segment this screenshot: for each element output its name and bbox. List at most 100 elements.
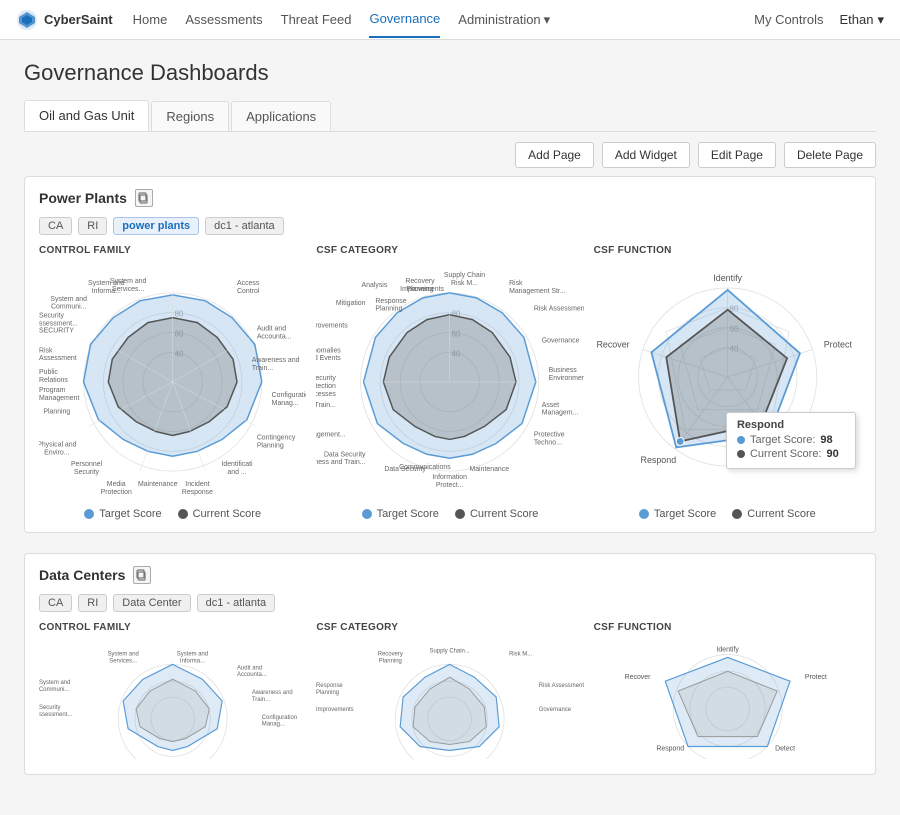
- svg-text:Recover: Recover: [624, 674, 650, 681]
- user-menu[interactable]: Ethan ▾: [839, 12, 884, 28]
- svg-text:Planning: Planning: [379, 658, 402, 664]
- current-legend-3: Current Score: [732, 508, 815, 520]
- svg-text:Processes: Processes: [316, 391, 336, 398]
- svg-text:and ...: and ...: [227, 469, 246, 476]
- svg-text:Personnel: Personnel: [71, 461, 103, 468]
- svg-text:Environment: Environment: [549, 375, 584, 382]
- svg-text:Techno...: Techno...: [534, 439, 562, 446]
- svg-text:ssessment...: ssessment...: [39, 712, 73, 718]
- svg-text:Media: Media: [107, 481, 126, 488]
- svg-text:Communi...: Communi...: [51, 304, 86, 311]
- svg-text:Protection: Protection: [101, 489, 132, 496]
- page-title: Governance Dashboards: [24, 60, 876, 86]
- dc-filter-ca[interactable]: CA: [39, 594, 72, 612]
- dc-control-family-svg: System and Services... System and Inform…: [39, 639, 306, 759]
- svg-text:Continuous. Detection: Continuous. Detection: [316, 383, 336, 390]
- target-legend: Target Score: [84, 508, 161, 520]
- dc-csf-category-svg: Recovery Planning Supply Chain... Risk M…: [316, 639, 583, 759]
- current-legend: Current Score: [178, 508, 261, 520]
- tab-oil-gas[interactable]: Oil and Gas Unit: [24, 100, 149, 131]
- target-label-2: Target Score: [377, 508, 439, 520]
- charts-row: CONTROL FAMILY 80 60 40: [39, 245, 861, 520]
- svg-text:Governance: Governance: [542, 337, 580, 344]
- dc-filter-dc[interactable]: Data Center: [113, 594, 190, 612]
- nav-assessments[interactable]: Assessments: [185, 2, 262, 37]
- svg-text:Awareness and: Awareness and: [252, 357, 300, 364]
- copy-icon[interactable]: [135, 189, 153, 207]
- svg-text:Planning: Planning: [43, 409, 70, 416]
- dc-csf-category-label: CSF CATEGORY: [316, 622, 583, 633]
- filter-ca[interactable]: CA: [39, 217, 72, 235]
- svg-text:Audit and: Audit and: [257, 326, 286, 333]
- target-label-3: Target Score: [654, 508, 716, 520]
- target-legend-3: Target Score: [639, 508, 716, 520]
- nav-home[interactable]: Home: [133, 2, 168, 37]
- current-dot-3: [732, 509, 742, 519]
- current-legend-2: Current Score: [455, 508, 538, 520]
- username: Ethan: [839, 12, 873, 27]
- svg-text:Train...: Train...: [252, 365, 273, 372]
- tab-regions[interactable]: Regions: [151, 101, 229, 131]
- add-page-button[interactable]: Add Page: [515, 142, 594, 168]
- dc-csf-function-label: CSF FUNCTION: [594, 622, 861, 633]
- svg-text:Maintenance: Maintenance: [138, 481, 178, 488]
- svg-text:Mitigation: Mitigation: [336, 300, 366, 307]
- svg-text:Respond: Respond: [640, 455, 676, 465]
- dc-copy-icon[interactable]: [133, 566, 151, 584]
- dc-filter-ri[interactable]: RI: [78, 594, 107, 612]
- svg-text:Business: Business: [549, 367, 578, 374]
- nav-my-controls[interactable]: My Controls: [754, 12, 823, 27]
- svg-text:Communications: Communications: [399, 464, 451, 471]
- svg-text:Program: Program: [39, 387, 66, 394]
- svg-text:Anomalies: Anomalies: [316, 347, 341, 354]
- current-dot: [178, 509, 188, 519]
- filter-power-plants[interactable]: power plants: [113, 217, 199, 235]
- target-legend-2: Target Score: [362, 508, 439, 520]
- svg-text:Risk: Risk: [39, 347, 53, 354]
- svg-text:Management...: Management...: [316, 431, 346, 438]
- svg-text:Manag...: Manag...: [262, 722, 285, 728]
- svg-text:Protect: Protect: [823, 339, 852, 349]
- svg-text:Informa...: Informa...: [180, 658, 205, 664]
- svg-text:Detect: Detect: [775, 745, 795, 752]
- chevron-down-icon: ▾: [544, 12, 551, 28]
- delete-page-button[interactable]: Delete Page: [784, 142, 876, 168]
- add-widget-button[interactable]: Add Widget: [602, 142, 690, 168]
- filter-tags: CA RI power plants dc1 - atlanta: [39, 217, 861, 235]
- main-content: Governance Dashboards Oil and Gas Unit R…: [0, 40, 900, 815]
- tab-applications[interactable]: Applications: [231, 101, 331, 131]
- nav-governance[interactable]: Governance: [369, 1, 440, 38]
- svg-text:and Events: and Events: [316, 355, 341, 362]
- svg-text:Planning: Planning: [376, 306, 403, 313]
- svg-text:Managem...: Managem...: [542, 410, 579, 417]
- filter-dc1[interactable]: dc1 - atlanta: [205, 217, 284, 235]
- user-chevron-icon: ▾: [877, 12, 884, 28]
- csf-function-label: CSF FUNCTION: [594, 245, 861, 256]
- tabs-bar: Oil and Gas Unit Regions Applications: [24, 100, 876, 132]
- csf-function-svg: 80 60 40: [594, 262, 861, 502]
- navbar-left: CyberSaint Home Assessments Threat Feed …: [16, 1, 550, 38]
- target-dot: [84, 509, 94, 519]
- current-label-3: Current Score: [747, 508, 815, 520]
- svg-text:Security: Security: [74, 469, 100, 476]
- svg-text:Assessment: Assessment: [39, 355, 77, 362]
- nav-threat-feed[interactable]: Threat Feed: [281, 2, 352, 37]
- filter-ri[interactable]: RI: [78, 217, 107, 235]
- svg-text:Detect: Detect: [775, 455, 801, 465]
- edit-page-button[interactable]: Edit Page: [698, 142, 776, 168]
- dc-filter-dc1[interactable]: dc1 - atlanta: [197, 594, 276, 612]
- svg-text:Public: Public: [39, 369, 58, 376]
- top-actions: Add Page Add Widget Edit Page Delete Pag…: [24, 142, 876, 168]
- csf-category-radar: 80 60 40 Recovery Planning: [316, 262, 583, 502]
- csf-category-legend: Target Score Current Score: [316, 508, 583, 520]
- svg-text:Configuration: Configuration: [262, 715, 297, 721]
- brand-icon: [16, 9, 38, 31]
- csf-function-panel: CSF FUNCTION 80 60 40: [594, 245, 861, 520]
- csf-function-legend: Target Score Current Score: [594, 508, 861, 520]
- svg-text:Identify and Train...: Identify and Train...: [316, 402, 336, 409]
- nav-administration[interactable]: Administration ▾: [458, 2, 550, 38]
- target-label: Target Score: [99, 508, 161, 520]
- widget-title: Power Plants: [39, 190, 127, 206]
- svg-text:Accounta...: Accounta...: [237, 672, 267, 678]
- svg-text:Management Str...: Management Str...: [509, 288, 566, 295]
